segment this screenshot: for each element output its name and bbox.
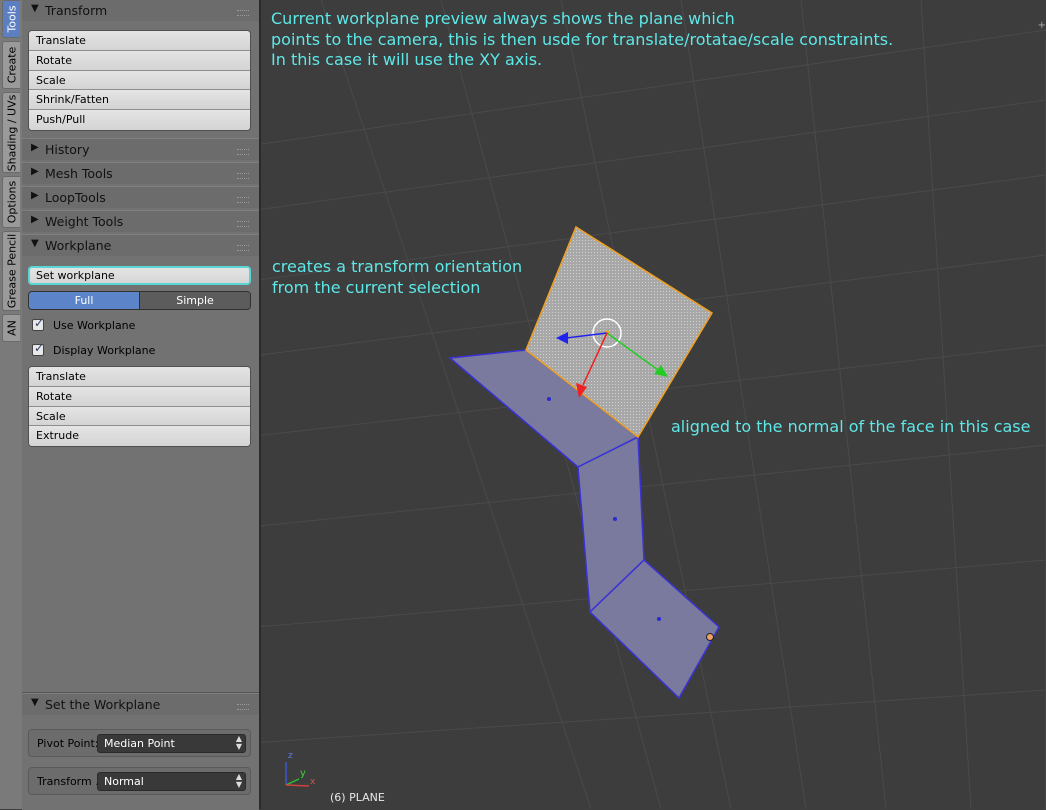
mode-full-button[interactable]: Full <box>29 292 139 309</box>
shrink-fatten-button[interactable]: Shrink/Fatten <box>29 90 250 111</box>
tab-an[interactable]: AN <box>2 314 20 342</box>
panel-header-transform[interactable]: ▼ Transform <box>22 0 259 21</box>
panel-header-workplane[interactable]: ▼ Workplane <box>22 234 259 256</box>
pivot-point-row: Pivot Point: Median Point ▲ ▼ <box>28 729 251 757</box>
panel-title: LoopTools <box>45 190 106 205</box>
drag-grip-icon[interactable] <box>237 197 249 203</box>
tab-tools-label: Tools <box>5 5 18 33</box>
tab-grease-pencil[interactable]: Grease Pencil <box>2 231 20 311</box>
pivot-point-dropdown[interactable]: Median Point ▲ ▼ <box>97 734 246 753</box>
display-workplane-label: Display Workplane <box>53 344 156 357</box>
tool-shelf: ▼ Transform Translate Rotate Scale Shrin… <box>22 0 259 810</box>
panel-header-set-the-workplane[interactable]: ▼ Set the Workplane <box>22 693 259 715</box>
collapsed-triangle-icon: ▶ <box>31 214 39 225</box>
dropdown-arrows-icon: ▲ ▼ <box>235 772 242 789</box>
panel-header-looptools[interactable]: ▶ LoopTools <box>22 186 259 208</box>
use-workplane-label: Use Workplane <box>53 319 136 332</box>
set-workplane-button[interactable]: Set workplane <box>28 266 251 285</box>
panel-title: Weight Tools <box>45 214 124 229</box>
tab-shading-uvs[interactable]: Shading / UVs <box>2 92 20 173</box>
push-pull-button[interactable]: Push/Pull <box>29 110 250 130</box>
workplane-extrude-button[interactable]: Extrude <box>29 426 250 447</box>
tab-shading-uvs-label: Shading / UVs <box>5 94 18 171</box>
dropdown-arrows-icon: ▲ ▼ <box>235 734 242 751</box>
panel-title: Transform <box>45 3 108 18</box>
panel-header-mesh-tools[interactable]: ▶ Mesh Tools <box>22 162 259 184</box>
drag-grip-icon[interactable] <box>237 704 249 710</box>
panel-title: Set the Workplane <box>45 697 161 712</box>
annotation-top: Current workplane preview always shows t… <box>271 9 894 69</box>
drag-grip-icon[interactable] <box>237 245 249 251</box>
workplane-scale-button[interactable]: Scale <box>29 406 250 427</box>
panel-title: Mesh Tools <box>45 166 113 181</box>
drag-grip-icon[interactable] <box>237 149 249 155</box>
workplane-translate-button[interactable]: Translate <box>29 367 250 387</box>
tab-tools[interactable]: Tools <box>2 0 20 38</box>
selected-vertex <box>706 633 714 641</box>
drag-grip-icon[interactable] <box>237 221 249 227</box>
collapsed-triangle-icon: ▶ <box>31 166 39 177</box>
scale-button[interactable]: Scale <box>29 70 250 91</box>
axis-y-label: y <box>300 768 306 779</box>
axis-x-label: x <box>310 777 316 787</box>
corner-plus-icon[interactable]: + <box>1038 20 1046 31</box>
tab-options[interactable]: Options <box>2 176 20 228</box>
viewport-scene <box>261 0 1046 809</box>
tool-shelf-tabs: Tools Create Shading / UVs Options Greas… <box>0 0 22 809</box>
panel-title: Workplane <box>45 238 112 253</box>
collapsed-triangle-icon: ▶ <box>31 190 39 201</box>
mode-simple-button[interactable]: Simple <box>139 292 250 309</box>
tab-options-label: Options <box>5 180 18 224</box>
rotate-button[interactable]: Rotate <box>29 50 250 71</box>
annotation-normal: aligned to the normal of the face in thi… <box>671 417 1031 436</box>
workplane-mode-toggle: Full Simple <box>28 291 251 310</box>
transform-orientation-label: Transform ... <box>37 775 106 788</box>
pivot-point-label: Pivot Point: <box>37 737 99 750</box>
tool-shelf-panels: ▼ Transform Translate Rotate Scale Shrin… <box>22 0 259 690</box>
expanded-triangle-icon: ▼ <box>31 238 39 249</box>
transform-orientation-row: Transform ... Normal ▲ ▼ <box>28 767 251 795</box>
translate-button[interactable]: Translate <box>29 31 250 51</box>
transform-orientation-value: Normal <box>104 775 144 788</box>
tab-grease-pencil-label: Grease Pencil <box>5 233 18 309</box>
3d-viewport[interactable]: z y x Current workplane preview always s… <box>261 0 1046 809</box>
tab-an-label: AN <box>5 320 18 336</box>
tab-create[interactable]: Create <box>2 41 20 89</box>
annotation-transform-orientation: creates a transform orientation from the… <box>272 257 523 297</box>
transform-button-group: Translate Rotate Scale Shrink/Fatten Pus… <box>28 30 251 131</box>
tab-create-label: Create <box>5 46 18 84</box>
checkmark-icon <box>32 316 44 331</box>
drag-grip-icon[interactable] <box>237 10 249 16</box>
collapsed-triangle-icon: ▶ <box>31 142 39 153</box>
workplane-rotate-button[interactable]: Rotate <box>29 386 250 407</box>
pivot-point-value: Median Point <box>104 737 175 750</box>
drag-grip-icon[interactable] <box>237 173 249 179</box>
operator-panel: ▼ Set the Workplane Pivot Point: Median … <box>22 692 259 810</box>
mesh-faces <box>448 349 720 700</box>
checkmark-icon <box>32 341 44 356</box>
workplane-button-group: Translate Rotate Scale Extrude <box>28 366 251 448</box>
transform-orientation-dropdown[interactable]: Normal ▲ ▼ <box>97 772 246 791</box>
panel-header-weight-tools[interactable]: ▶ Weight Tools <box>22 210 259 232</box>
panel-header-history[interactable]: ▶ History <box>22 138 259 160</box>
axis-z-label: z <box>288 751 293 761</box>
panel-title: History <box>45 142 90 157</box>
expanded-triangle-icon: ▼ <box>31 3 39 14</box>
object-status-label: (6) PLANE <box>330 791 385 804</box>
expanded-triangle-icon: ▼ <box>31 697 39 708</box>
